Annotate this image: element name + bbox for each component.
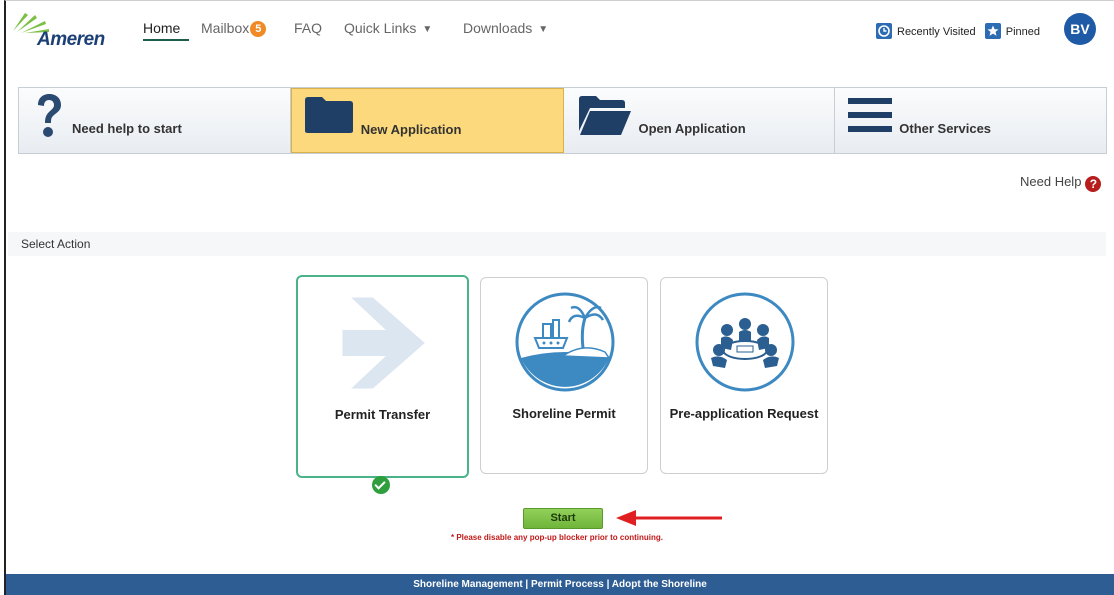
nav-quick-links-label: Quick Links [344,20,417,36]
application-tiles: Need help to start New Application Open … [18,87,1107,154]
nav-home[interactable]: Home [143,20,189,41]
card-label: Permit Transfer [334,407,431,422]
recently-visited-link[interactable]: Recently Visited [876,23,979,39]
caret-down-icon: ▼ [538,24,549,35]
meeting-icon [695,292,795,392]
nav-home-label: Home [143,20,181,36]
clock-icon [876,23,892,39]
island-boat-icon [515,292,615,392]
arrow-right-icon [342,297,425,389]
tile-label: Need help to start [72,121,182,136]
logo-text: Ameren [37,29,105,50]
nav-quick-links[interactable]: Quick Links ▼ [344,20,432,36]
question-icon [38,94,61,137]
section-title: Select Action [21,237,91,251]
active-underline [143,39,189,41]
tile-label: Other Services [899,121,992,136]
caret-down-icon: ▼ [422,24,433,35]
action-card-shoreline-permit[interactable]: Shoreline Permit [480,277,648,474]
selected-check-icon [372,476,390,494]
footer-links[interactable]: Shoreline Management | Permit Process | … [6,574,1114,595]
tile-other-services[interactable]: Other Services [835,88,1106,153]
need-help-link[interactable]: Need Help? [1020,174,1102,192]
folder-open-icon [578,96,631,135]
top-nav: Ameren Home Mailbox 5 FAQ Quick Links ▼ Do… [6,8,1114,51]
menu-icon [848,98,893,132]
nav-mailbox-label: Mailbox [201,20,250,36]
tile-new-application[interactable]: New Application [290,88,564,153]
pinned-link[interactable]: Pinned [984,23,1040,39]
tile-need-help[interactable]: Need help to start [19,88,291,153]
action-card-permit-transfer[interactable]: Permit Transfer [296,275,469,478]
popup-blocker-note: * Please disable any pop-up blocker prio… [450,533,664,542]
pinned-label: Pinned [1005,26,1040,38]
select-action-bar: Select Action [8,232,1106,256]
tile-label: Open Application [638,121,746,136]
nav-mailbox[interactable]: Mailbox 5 [201,20,267,37]
recently-visited-label: Recently Visited [897,26,976,38]
start-button[interactable]: Start [523,508,603,529]
nav-faq[interactable]: FAQ [294,20,322,36]
folder-icon [304,97,353,133]
nav-downloads-label: Downloads [463,20,533,36]
action-card-pre-application-request[interactable]: Pre-application Request [660,277,828,474]
mailbox-count-badge: 5 [250,21,267,37]
star-icon [984,23,1001,39]
card-label: Pre-application Request [669,406,819,421]
card-label: Shoreline Permit [512,406,616,421]
nav-downloads[interactable]: Downloads ▼ [463,20,548,36]
top-right-links: Recently Visited Pinned [876,23,1040,39]
tile-label: New Application [360,122,462,137]
help-icon: ? [1085,176,1102,192]
ameren-logo[interactable]: Ameren [9,11,121,51]
user-avatar[interactable]: BV [1064,13,1096,45]
tile-open-application[interactable]: Open Application [564,88,836,153]
need-help-label: Need Help [1020,174,1082,189]
red-arrow-annotation [616,510,722,526]
